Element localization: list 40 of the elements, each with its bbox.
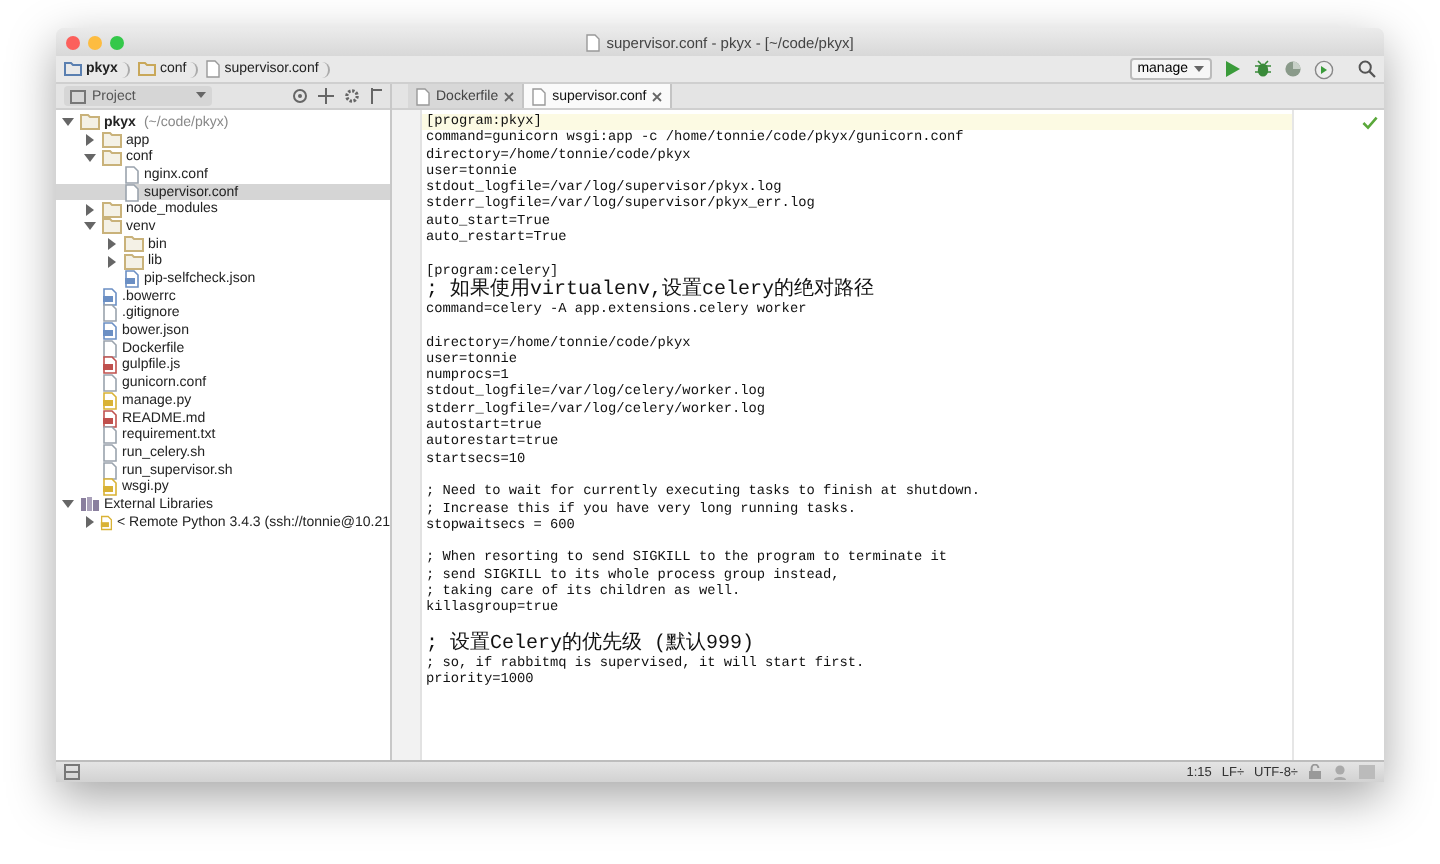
- collapse-icon[interactable]: [318, 88, 334, 104]
- collapsed-arrow-icon[interactable]: [106, 255, 118, 268]
- close-window-button[interactable]: [66, 35, 80, 49]
- close-icon[interactable]: [504, 91, 515, 101]
- code-line: ; 设置Celery的优先级 (默认999): [426, 633, 755, 656]
- chevron-icon: [322, 61, 331, 77]
- library-icon: [80, 496, 100, 513]
- panel-toggle-icon[interactable]: [64, 764, 80, 780]
- expanded-arrow-icon[interactable]: [84, 220, 96, 233]
- chevron-icon: [121, 61, 130, 77]
- search-icon[interactable]: [1358, 60, 1376, 78]
- collapsed-arrow-icon[interactable]: [84, 203, 96, 216]
- collapsed-arrow-icon[interactable]: [84, 134, 96, 147]
- file-icon: [532, 87, 547, 105]
- hide-panel-icon[interactable]: [370, 88, 382, 104]
- window-icon: [70, 89, 86, 103]
- caret-icon: [1194, 65, 1204, 73]
- file-icon: [206, 60, 221, 78]
- collapsed-arrow-icon[interactable]: [84, 516, 96, 529]
- file-icon: [586, 33, 601, 51]
- check-icon: [1362, 116, 1378, 130]
- chevron-icon: [190, 61, 199, 77]
- target-icon[interactable]: [292, 88, 308, 104]
- expanded-arrow-icon[interactable]: [62, 116, 74, 129]
- caret-icon: [196, 92, 206, 100]
- bug-icon[interactable]: [1254, 60, 1272, 78]
- file-icon: [416, 87, 430, 105]
- expanded-arrow-icon[interactable]: [84, 151, 96, 164]
- close-icon[interactable]: [652, 91, 663, 101]
- run-icon[interactable]: [1224, 60, 1242, 78]
- collapsed-arrow-icon[interactable]: [106, 238, 118, 251]
- folder-icon: [137, 62, 156, 76]
- coverage-icon[interactable]: [1284, 60, 1302, 78]
- profiler-icon[interactable]: [1314, 59, 1334, 79]
- expanded-arrow-icon[interactable]: [62, 498, 74, 511]
- file-icon: [100, 513, 113, 531]
- code-line: ; 如果使用virtualenv,设置celery的绝对路径: [426, 279, 875, 302]
- folder-icon: [64, 62, 82, 76]
- file-icon: [124, 270, 140, 289]
- gear-icon[interactable]: [344, 88, 360, 104]
